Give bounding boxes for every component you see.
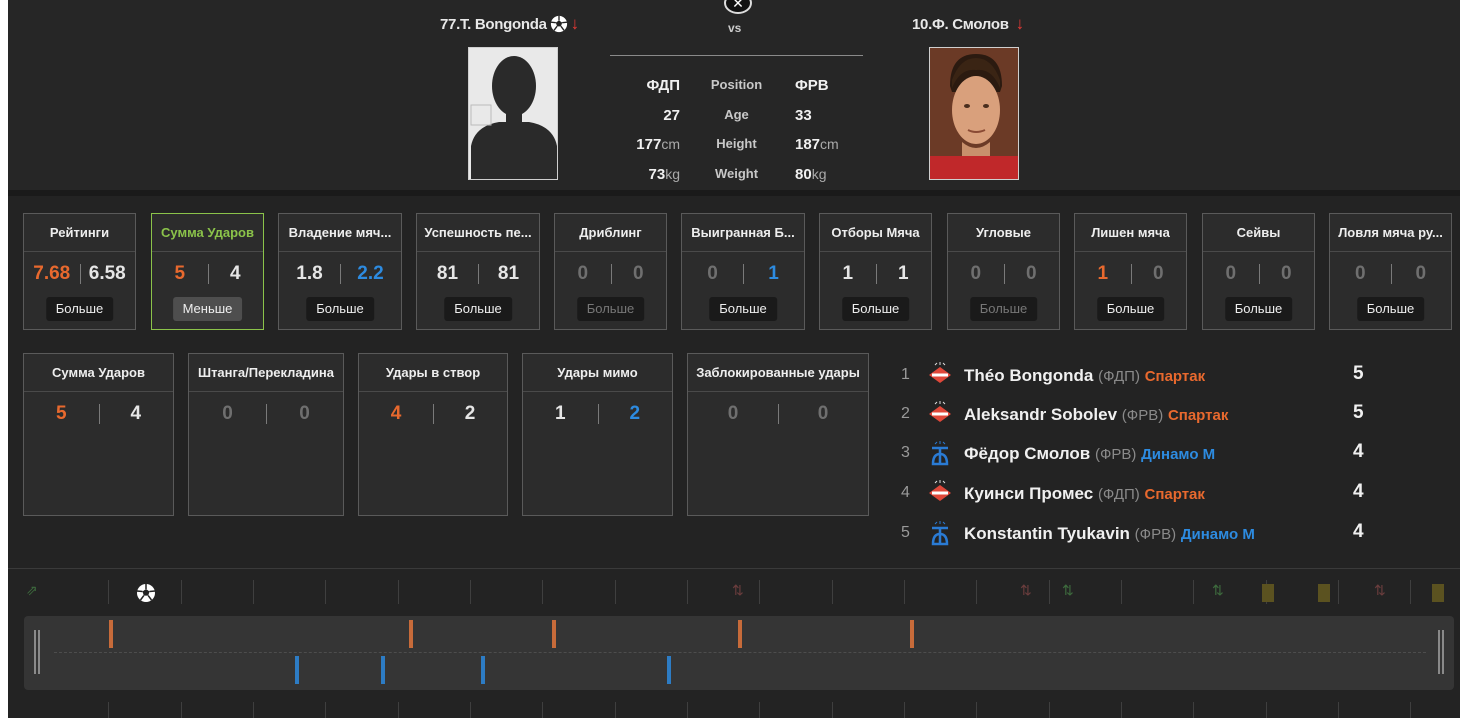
- player-portrait-icon: [930, 48, 1018, 179]
- yellow-card-icon[interactable]: [1432, 584, 1444, 602]
- more-button[interactable]: Больше: [444, 297, 512, 321]
- spartak-logo-icon: [929, 362, 951, 383]
- stat-card-saves[interactable]: Сейвы 00 Больше: [1202, 213, 1315, 330]
- player2-photo: [929, 47, 1019, 180]
- substitution-icon[interactable]: ⇅: [1212, 582, 1224, 599]
- list-item[interactable]: 5 Konstantin Tyukavin (ФРВ) Динамо М 4: [901, 520, 1381, 548]
- stat-card-pass-accuracy[interactable]: Успешность пе... 81 81 Больше: [416, 213, 540, 330]
- substitution-icon[interactable]: ⇅: [1020, 582, 1032, 599]
- compare-row-weight: 73kg Weight 80kg: [648, 166, 827, 183]
- close-icon[interactable]: ✕: [724, 0, 752, 14]
- more-button[interactable]: Больше: [969, 297, 1038, 321]
- avatar-silhouette-icon: [470, 56, 557, 179]
- stat-card-catches[interactable]: Ловля мяча ру... 00 Больше: [1329, 213, 1452, 330]
- player1-name[interactable]: 77.T. Bongonda ↓: [440, 14, 579, 34]
- compare-row-position: ФДП Position ФРВ: [646, 77, 829, 94]
- less-button[interactable]: Меньше: [172, 297, 243, 321]
- more-button[interactable]: Больше: [1224, 297, 1293, 321]
- more-button[interactable]: Больше: [45, 297, 114, 321]
- timeline-events-row: ⇗ ⇅ ⇅ ⇅ ⇅ ⇅: [8, 578, 1460, 608]
- shot-marker-home[interactable]: [552, 620, 556, 648]
- shot-marker-home[interactable]: [409, 620, 413, 648]
- sub-out-arrow-icon: ↓: [1015, 14, 1025, 33]
- more-button[interactable]: Больше: [306, 297, 374, 321]
- shot-card-total: Сумма Ударов 54: [23, 353, 174, 516]
- football-icon[interactable]: [136, 583, 156, 603]
- dynamo-logo-icon: [931, 521, 949, 546]
- shot-card-blocked: Заблокированные удары 00: [687, 353, 869, 516]
- stat-card-ratings[interactable]: Рейтинги 7.68 6.58 Больше: [23, 213, 136, 330]
- compare-row-age: 27 Age 33: [663, 107, 812, 124]
- list-item[interactable]: 3 Фёдор Смолов (ФРВ) Динамо М 4: [901, 440, 1381, 468]
- header-divider: [610, 55, 863, 56]
- vs-label: vs: [728, 21, 742, 35]
- timeline-midline: [54, 652, 1426, 653]
- shot-marker-away[interactable]: [481, 656, 485, 684]
- compare-row-height: 177cm Height 187cm: [636, 136, 839, 153]
- dynamo-logo-icon: [931, 441, 949, 466]
- list-item[interactable]: 2 Aleksandr Sobolev (ФРВ) Спартак 5: [901, 401, 1381, 429]
- more-button[interactable]: Больше: [709, 297, 777, 321]
- shot-marker-home[interactable]: [109, 620, 113, 648]
- shot-marker-away[interactable]: [381, 656, 385, 684]
- shot-card-off-target: Удары мимо 12: [522, 353, 673, 516]
- stat-card-duels-won[interactable]: Выигранная Б... 01 Больше: [681, 213, 805, 330]
- stat-card-dribbling[interactable]: Дриблинг 00 Больше: [554, 213, 667, 330]
- stat-card-tackles[interactable]: Отборы Мяча 11 Больше: [819, 213, 932, 330]
- shot-card-on-target: Удары в створ 42: [358, 353, 508, 516]
- more-button[interactable]: Больше: [1356, 297, 1425, 321]
- shot-card-woodwork: Штанга/Перекладина 00: [188, 353, 344, 516]
- spartak-logo-icon: [929, 480, 951, 501]
- substitution-icon[interactable]: ⇅: [1062, 582, 1074, 599]
- stat-card-total-shots[interactable]: Сумма Ударов 54 Меньше: [151, 213, 264, 330]
- shot-marker-home[interactable]: [738, 620, 742, 648]
- more-button[interactable]: Больше: [841, 297, 910, 321]
- player1-photo: [468, 47, 558, 180]
- timeline-track[interactable]: [24, 616, 1454, 690]
- shot-marker-home[interactable]: [910, 620, 914, 648]
- spartak-logo-icon: [929, 401, 951, 422]
- football-icon: [550, 15, 567, 33]
- player-compare-header: 77.T. Bongonda ↓ ✕ vs 10.Ф. Смолов ↓ ФДП…: [8, 0, 1460, 190]
- section-separator: [8, 190, 1460, 196]
- list-item[interactable]: 4 Куинси Промес (ФДП) Спартак 4: [901, 480, 1381, 508]
- stat-card-possession[interactable]: Владение мяч... 1.8 2.2 Больше: [278, 213, 402, 330]
- yellow-card-icon[interactable]: [1262, 584, 1274, 602]
- more-button[interactable]: Больше: [1096, 297, 1165, 321]
- drag-handle-icon[interactable]: [34, 630, 40, 674]
- substitution-icon[interactable]: ⇅: [1374, 582, 1386, 599]
- drag-handle-icon[interactable]: [1438, 630, 1444, 674]
- timeline-events-row-lower: [8, 700, 1460, 718]
- yellow-card-icon[interactable]: [1318, 584, 1330, 602]
- list-item[interactable]: 1 Théo Bongonda (ФДП) Спартак 5: [901, 362, 1381, 390]
- timeline-separator: [8, 568, 1460, 569]
- stat-card-dispossessed[interactable]: Лишен мяча 10 Больше: [1074, 213, 1187, 330]
- sub-out-arrow-icon: ↓: [570, 14, 580, 33]
- more-button[interactable]: Больше: [576, 297, 645, 321]
- shot-marker-away[interactable]: [667, 656, 671, 684]
- substitution-icon[interactable]: ⇗: [26, 582, 38, 599]
- substitution-icon[interactable]: ⇅: [732, 582, 744, 599]
- match-stats-app: 77.T. Bongonda ↓ ✕ vs 10.Ф. Смолов ↓ ФДП…: [8, 0, 1460, 718]
- stat-card-corners[interactable]: Угловые 00 Больше: [947, 213, 1060, 330]
- shot-marker-away[interactable]: [295, 656, 299, 684]
- player2-name[interactable]: 10.Ф. Смолов ↓: [912, 14, 1024, 34]
